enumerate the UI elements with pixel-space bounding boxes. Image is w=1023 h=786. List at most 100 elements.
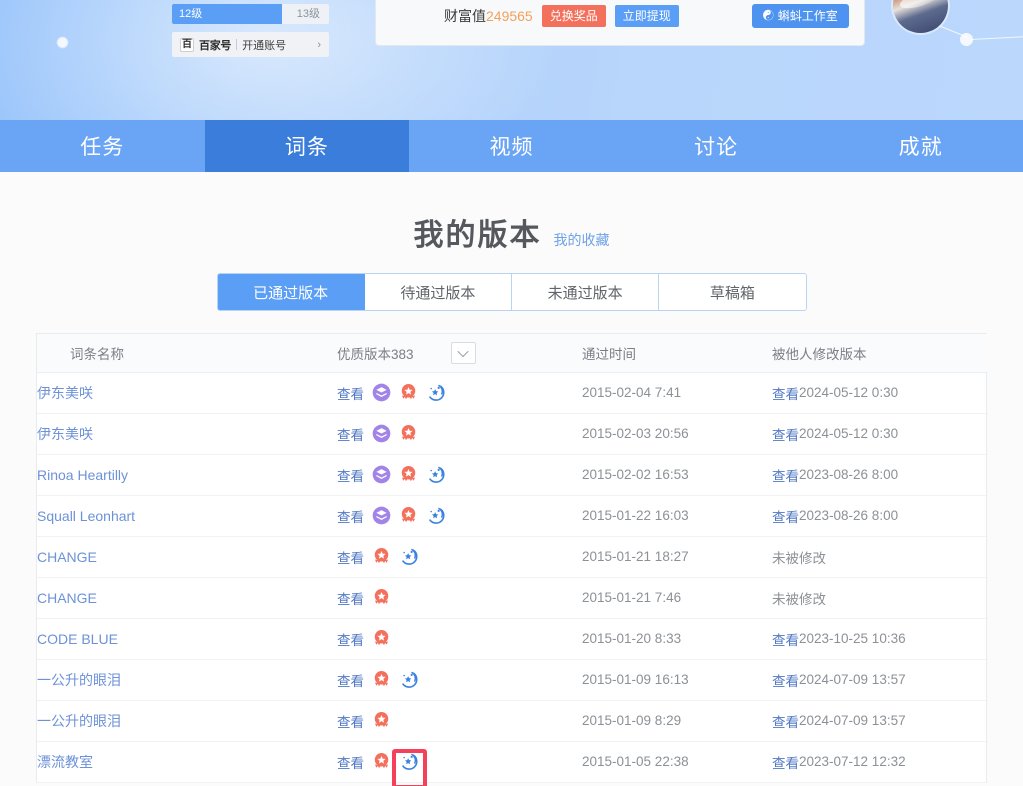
table-row: 一公升的眼泪 查看 2015-01-09 16:13 查看 2024-07-09 13:… — [37, 659, 988, 701]
view-modified-version-link[interactable]: 查看 — [772, 424, 799, 444]
cell-modified: 查看 2024-05-12 0:30 — [772, 372, 988, 414]
entry-name-link[interactable]: 漂流教室 — [37, 754, 93, 770]
view-version-link[interactable]: 查看 — [337, 383, 364, 403]
header-banner: 12级 13级 百 百家号 开通账号 › 财富值249565 兑换奖品 立即提现… — [0, 0, 1023, 120]
layers-badge-icon[interactable] — [372, 383, 391, 402]
cell-version: 查看 — [337, 659, 582, 701]
layers-badge-icon[interactable] — [372, 506, 391, 525]
tab-approved-versions[interactable]: 已通过版本 — [217, 274, 365, 310]
tadpole-studio-icon: ☯ — [762, 9, 774, 22]
entry-name-link[interactable]: 一公升的眼泪 — [37, 713, 121, 729]
view-modified-version-link[interactable]: 查看 — [772, 629, 799, 649]
table-row: 伊东美咲 查看 2015-02-03 20:56 查看 2024-05-12 0:30 — [37, 413, 988, 455]
tab-pending-versions[interactable]: 待通过版本 — [364, 274, 512, 310]
star-swirl-icon[interactable] — [399, 752, 418, 771]
table-row: 漂流教室 查看 2015-01-05 22:38 查看 2023-07-12 12:32 — [37, 741, 988, 783]
table-row: Squall Leonhart 查看 2015-01-22 16:03 查看 2023-… — [37, 495, 988, 537]
versions-table-head: 词条名称 优质版本383 通过时间 被他人修改版本 — [37, 334, 988, 373]
tab-rejected-versions[interactable]: 未通过版本 — [512, 274, 660, 310]
level-current-label: 12级 — [179, 8, 203, 20]
entry-name-link[interactable]: CODE BLUE — [37, 631, 118, 647]
entry-name-link[interactable]: 伊东美咲 — [37, 385, 93, 401]
view-version-link[interactable]: 查看 — [337, 547, 364, 567]
cell-pass-time: 2015-01-09 16:13 — [582, 659, 772, 701]
cell-modified: 查看 2024-07-09 13:57 — [772, 659, 988, 701]
my-favorites-link[interactable]: 我的收藏 — [554, 230, 610, 250]
cell-pass-time: 2015-02-04 7:41 — [582, 372, 772, 414]
view-modified-version-link[interactable]: 查看 — [772, 670, 799, 690]
baijiahao-promo-strip[interactable]: 百 百家号 开通账号 › — [172, 32, 329, 57]
view-version-link[interactable]: 查看 — [337, 752, 364, 772]
cell-pass-time: 2015-01-22 16:03 — [582, 495, 772, 537]
tadpole-studio-button[interactable]: ☯ 蝌蚪工作室 — [751, 3, 849, 28]
quality-medal-icon[interactable] — [372, 629, 391, 648]
decorative-avatar-image — [893, 0, 948, 33]
quality-medal-icon[interactable] — [372, 547, 391, 566]
cell-modified: 未被修改 — [772, 536, 988, 578]
baijiahao-divider — [236, 39, 238, 50]
quality-medal-icon[interactable] — [399, 383, 418, 402]
nav-tab-videos[interactable]: 视频 — [409, 120, 614, 172]
star-swirl-icon[interactable] — [399, 670, 418, 689]
entry-name-link[interactable]: 一公升的眼泪 — [37, 672, 121, 688]
entry-name-link[interactable]: CHANGE — [37, 549, 97, 565]
cell-modified: 查看 2023-08-26 8:00 — [772, 495, 988, 537]
view-version-link[interactable]: 查看 — [337, 506, 364, 526]
cell-entry-name: 漂流教室 — [37, 741, 337, 783]
quality-medal-icon[interactable] — [372, 670, 391, 689]
tab-drafts[interactable]: 草稿箱 — [659, 274, 806, 310]
view-version-link[interactable]: 查看 — [337, 465, 364, 485]
baijiahao-logo-icon: 百 — [180, 37, 194, 52]
quality-medal-icon[interactable] — [399, 465, 418, 484]
star-swirl-icon[interactable] — [426, 383, 445, 402]
entry-name-link[interactable]: Squall Leonhart — [37, 508, 135, 524]
cell-entry-name: CHANGE — [37, 577, 337, 619]
modified-timestamp: 2023-08-26 8:00 — [799, 508, 899, 523]
view-version-link[interactable]: 查看 — [337, 588, 364, 608]
cell-version: 查看 — [337, 536, 582, 578]
layers-badge-icon[interactable] — [372, 465, 391, 484]
nav-tab-tasks[interactable]: 任务 — [0, 120, 205, 172]
chevron-down-icon — [457, 345, 469, 357]
entry-name-link[interactable]: 伊东美咲 — [37, 426, 93, 442]
quality-medal-icon[interactable] — [372, 711, 391, 730]
view-version-link[interactable]: 查看 — [337, 424, 364, 444]
withdraw-now-button[interactable]: 立即提现 — [614, 4, 679, 27]
star-swirl-icon[interactable] — [426, 465, 445, 484]
view-modified-version-link[interactable]: 查看 — [772, 383, 799, 403]
nav-tab-achievements[interactable]: 成就 — [818, 120, 1023, 172]
view-version-link[interactable]: 查看 — [337, 670, 364, 690]
cell-entry-name: CODE BLUE — [37, 618, 337, 660]
view-modified-version-link[interactable]: 查看 — [772, 752, 799, 772]
star-swirl-icon[interactable] — [426, 506, 445, 525]
modified-timestamp: 2024-07-09 13:57 — [799, 713, 906, 728]
quality-medal-icon[interactable] — [399, 506, 418, 525]
exchange-prize-button[interactable]: 兑换奖品 — [541, 4, 606, 27]
modified-timestamp: 2024-05-12 0:30 — [799, 385, 899, 400]
cell-version: 查看 — [337, 495, 582, 537]
view-modified-version-link[interactable]: 查看 — [772, 465, 799, 485]
nav-tab-discussions[interactable]: 讨论 — [614, 120, 819, 172]
wealth-value: 249565 — [486, 7, 533, 24]
version-filter-dropdown[interactable] — [450, 341, 476, 364]
quality-medal-icon[interactable] — [399, 424, 418, 443]
quality-medal-icon[interactable] — [372, 588, 391, 607]
nav-tab-entries[interactable]: 词条 — [204, 120, 410, 172]
table-row: CODE BLUE 查看 2015-01-20 8:33 查看 2023-10-25 1… — [37, 618, 988, 660]
view-version-link[interactable]: 查看 — [337, 629, 364, 649]
view-modified-version-link[interactable]: 查看 — [772, 711, 799, 731]
baijiahao-open-account-label[interactable]: 开通账号 — [242, 37, 286, 53]
entry-name-link[interactable]: CHANGE — [37, 590, 97, 606]
layers-badge-icon[interactable] — [372, 424, 391, 443]
star-swirl-icon[interactable] — [399, 547, 418, 566]
cell-pass-time: 2015-01-21 18:27 — [582, 536, 772, 578]
quality-medal-icon[interactable] — [372, 752, 391, 771]
cell-entry-name: 一公升的眼泪 — [37, 700, 337, 742]
entry-name-link[interactable]: Rinoa Heartilly — [37, 467, 128, 483]
view-modified-version-link[interactable]: 查看 — [772, 506, 799, 526]
cell-version: 查看 — [337, 372, 582, 414]
cell-version: 查看 — [337, 618, 582, 660]
view-version-link[interactable]: 查看 — [337, 711, 364, 731]
column-header-pass-time-label: 通过时间 — [582, 346, 636, 362]
versions-table-body: 伊东美咲 查看 2015-02-04 7:41 查看 2024-05-12 0:30 伊东… — [37, 372, 988, 783]
